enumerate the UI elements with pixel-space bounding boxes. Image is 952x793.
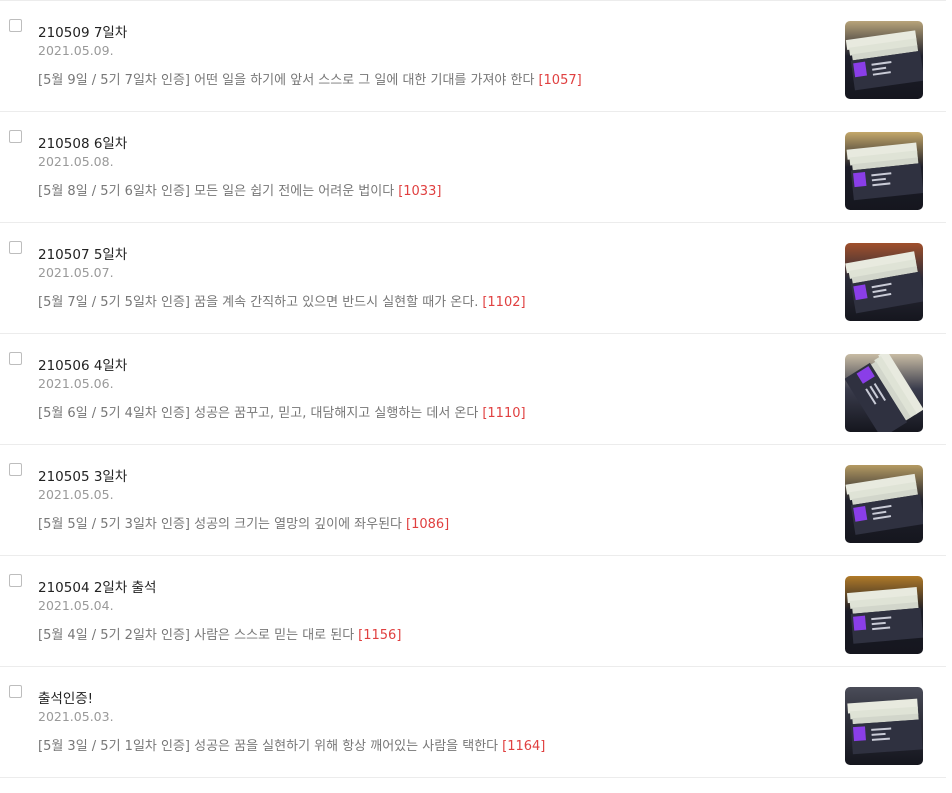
- post-summary-text: [5월 5일 / 5기 3일차 인증] 성공의 크기는 열망의 깊이에 좌우된다: [38, 517, 403, 532]
- comment-count[interactable]: [1102]: [482, 295, 525, 310]
- post-thumbnail[interactable]: [845, 687, 923, 765]
- post-summary[interactable]: [5월 5일 / 5기 3일차 인증] 성공의 크기는 열망의 깊이에 좌우된다…: [38, 513, 449, 532]
- post-date: 2021.05.08.: [38, 154, 114, 169]
- list-item[interactable]: 210506 4일차 2021.05.06. [5월 6일 / 5기 4일차 인…: [0, 334, 946, 445]
- post-date: 2021.05.07.: [38, 265, 114, 280]
- post-date: 2021.05.03.: [38, 709, 114, 724]
- post-title[interactable]: 210508 6일차: [38, 132, 127, 152]
- post-title[interactable]: 210507 5일차: [38, 243, 127, 263]
- post-thumbnail[interactable]: [845, 21, 923, 99]
- post-list: 210509 7일차 2021.05.09. [5월 9일 / 5기 7일차 인…: [0, 0, 946, 778]
- post-summary[interactable]: [5월 3일 / 5기 1일차 인증] 성공은 꿈을 실현하기 위해 항상 깨어…: [38, 735, 545, 754]
- post-date: 2021.05.09.: [38, 43, 114, 58]
- checkbox-icon[interactable]: [9, 352, 22, 365]
- list-item[interactable]: 210505 3일차 2021.05.05. [5월 5일 / 5기 3일차 인…: [0, 445, 946, 556]
- thumbnail-photo: [845, 354, 923, 432]
- post-date: 2021.05.06.: [38, 376, 114, 391]
- post-title[interactable]: 210506 4일차: [38, 354, 127, 374]
- post-date: 2021.05.04.: [38, 598, 114, 613]
- post-thumbnail[interactable]: [845, 354, 923, 432]
- post-thumbnail[interactable]: [845, 465, 923, 543]
- comment-count[interactable]: [1164]: [502, 739, 545, 754]
- post-title[interactable]: 210504 2일차 출석: [38, 576, 156, 596]
- checkbox-icon[interactable]: [9, 574, 22, 587]
- list-item[interactable]: 210508 6일차 2021.05.08. [5월 8일 / 5기 6일차 인…: [0, 112, 946, 223]
- thumbnail-photo: [845, 21, 923, 99]
- comment-count[interactable]: [1110]: [482, 406, 525, 421]
- comment-count[interactable]: [1156]: [358, 628, 401, 643]
- post-summary[interactable]: [5월 4일 / 5기 2일차 인증] 사람은 스스로 믿는 대로 된다 [115…: [38, 624, 401, 643]
- checkbox-icon[interactable]: [9, 241, 22, 254]
- thumbnail-photo: [845, 243, 923, 321]
- post-thumbnail[interactable]: [845, 576, 923, 654]
- post-summary-text: [5월 4일 / 5기 2일차 인증] 사람은 스스로 믿는 대로 된다: [38, 628, 355, 643]
- thumbnail-photo: [845, 576, 923, 654]
- checkbox-icon[interactable]: [9, 130, 22, 143]
- post-title[interactable]: 출석인증!: [38, 687, 93, 707]
- thumbnail-photo: [845, 687, 923, 765]
- comment-count[interactable]: [1057]: [538, 73, 581, 88]
- post-summary[interactable]: [5월 6일 / 5기 4일차 인증] 성공은 꿈꾸고, 믿고, 대담해지고 실…: [38, 402, 526, 421]
- post-summary[interactable]: [5월 7일 / 5기 5일차 인증] 꿈을 계속 간직하고 있으면 반드시 실…: [38, 291, 526, 310]
- thumbnail-photo: [845, 132, 923, 210]
- thumbnail-photo: [845, 465, 923, 543]
- post-summary[interactable]: [5월 9일 / 5기 7일차 인증] 어떤 일을 하기에 앞서 스스로 그 일…: [38, 69, 582, 88]
- list-item[interactable]: 210504 2일차 출석 2021.05.04. [5월 4일 / 5기 2일…: [0, 556, 946, 667]
- post-summary-text: [5월 9일 / 5기 7일차 인증] 어떤 일을 하기에 앞서 스스로 그 일…: [38, 73, 535, 88]
- post-summary-text: [5월 7일 / 5기 5일차 인증] 꿈을 계속 간직하고 있으면 반드시 실…: [38, 295, 479, 310]
- post-title[interactable]: 210509 7일차: [38, 21, 127, 41]
- list-item[interactable]: 210507 5일차 2021.05.07. [5월 7일 / 5기 5일차 인…: [0, 223, 946, 334]
- checkbox-icon[interactable]: [9, 463, 22, 476]
- checkbox-icon[interactable]: [9, 685, 22, 698]
- post-summary-text: [5월 6일 / 5기 4일차 인증] 성공은 꿈꾸고, 믿고, 대담해지고 실…: [38, 406, 479, 421]
- post-thumbnail[interactable]: [845, 243, 923, 321]
- list-item[interactable]: 210509 7일차 2021.05.09. [5월 9일 / 5기 7일차 인…: [0, 1, 946, 112]
- post-summary[interactable]: [5월 8일 / 5기 6일차 인증] 모든 일은 쉽기 전에는 어려운 법이다…: [38, 180, 441, 199]
- comment-count[interactable]: [1033]: [398, 184, 441, 199]
- post-title[interactable]: 210505 3일차: [38, 465, 127, 485]
- comment-count[interactable]: [1086]: [406, 517, 449, 532]
- post-summary-text: [5월 8일 / 5기 6일차 인증] 모든 일은 쉽기 전에는 어려운 법이다: [38, 184, 395, 199]
- post-summary-text: [5월 3일 / 5기 1일차 인증] 성공은 꿈을 실현하기 위해 항상 깨어…: [38, 739, 499, 754]
- list-item[interactable]: 출석인증! 2021.05.03. [5월 3일 / 5기 1일차 인증] 성공…: [0, 667, 946, 778]
- post-date: 2021.05.05.: [38, 487, 114, 502]
- post-thumbnail[interactable]: [845, 132, 923, 210]
- checkbox-icon[interactable]: [9, 19, 22, 32]
